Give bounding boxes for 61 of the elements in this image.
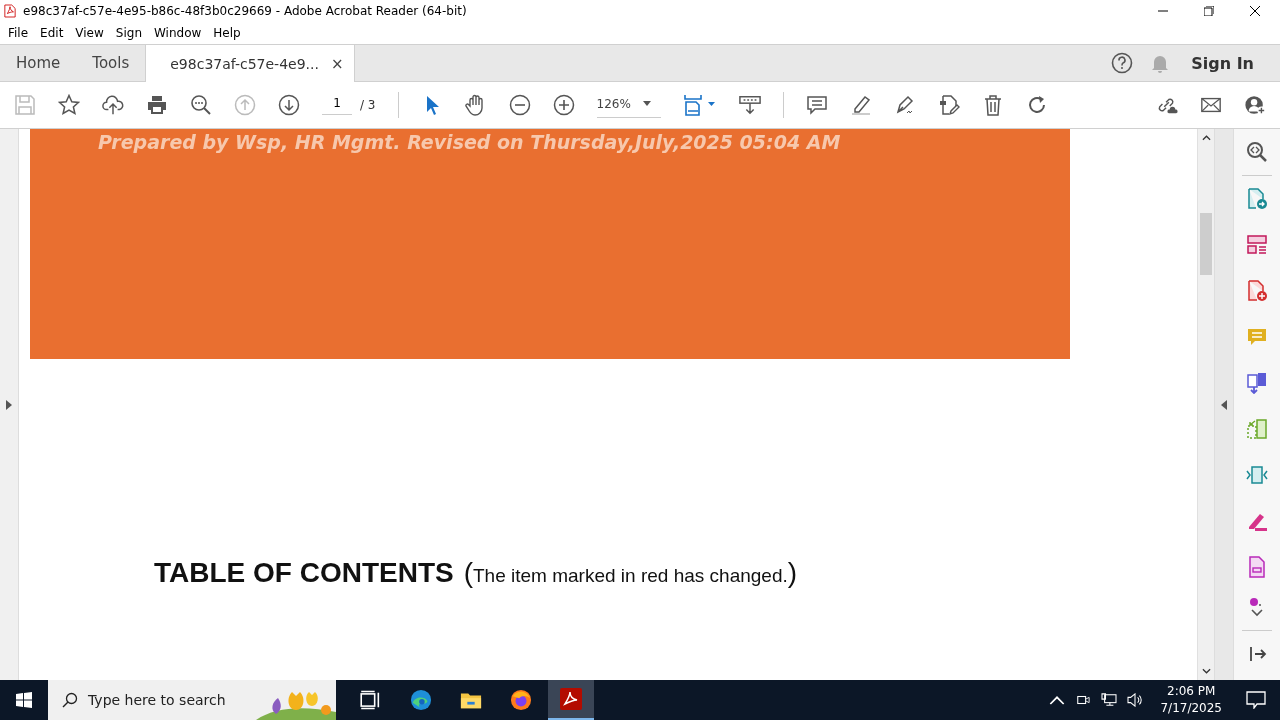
toc-paren: ) [787, 557, 798, 589]
page-total: / 3 [360, 98, 376, 112]
header-line: Prepared by Wsp, HR Mgmt. Revised on Thursday,July,2025 05:04 AM [98, 130, 841, 153]
search-icon[interactable] [190, 94, 212, 116]
notifications-icon[interactable] [1246, 691, 1266, 709]
create-pdf-icon[interactable] [1246, 280, 1268, 302]
tab[interactable]: Home [0, 45, 77, 81]
zoom-tool-icon[interactable] [1246, 141, 1268, 163]
windows-start-icon[interactable] [16, 692, 32, 708]
tab[interactable]: Tools [76, 45, 146, 81]
scrollbar-thumb[interactable] [1200, 213, 1212, 275]
menu-item[interactable]: Help [207, 26, 247, 40]
menu-item[interactable]: Window [148, 26, 208, 40]
add-user-icon[interactable] [1244, 94, 1266, 116]
comment-icon[interactable] [805, 94, 828, 116]
sign-in-button[interactable]: Sign In [1191, 53, 1254, 73]
clock-date[interactable]: 7/17/2025 [1160, 700, 1222, 717]
form-document-icon[interactable] [1246, 556, 1268, 578]
taskbar-app[interactable] [548, 680, 594, 720]
expand-panel-icon[interactable] [6, 399, 12, 410]
star-icon[interactable] [58, 94, 80, 116]
menu-item[interactable]: View [69, 26, 110, 40]
print-icon[interactable] [146, 94, 168, 116]
page-down-icon[interactable] [278, 94, 300, 116]
toc-note: The item marked in red has changed. [473, 565, 788, 587]
menu-item[interactable]: Sign [109, 26, 148, 40]
volume-icon[interactable] [1127, 693, 1144, 707]
scroll-down-icon[interactable] [1201, 668, 1211, 674]
search-icon [62, 692, 78, 708]
menu-item[interactable]: Edit [34, 26, 70, 40]
caret-icon [642, 101, 651, 106]
zoom-in-icon[interactable] [552, 94, 575, 116]
organize-pages-icon[interactable] [1246, 234, 1268, 256]
toc-title: TABLE OF CONTENTS [154, 557, 454, 589]
page-number-field[interactable]: 1 [322, 95, 352, 115]
toc-paren: ( [463, 557, 473, 589]
combine-files-icon[interactable] [1246, 372, 1268, 394]
close-tab-button[interactable]: × [330, 54, 344, 73]
restore-icon[interactable] [1204, 6, 1214, 16]
compare-pages-icon[interactable] [1246, 418, 1268, 440]
network-icon[interactable] [1101, 693, 1118, 707]
window-title: e98c37af-c57e-4e95-b86c-48f3b0c29669 - Adobe Acrobat Reader (64-bit) [23, 4, 467, 18]
tab[interactable]: e98c37af-c57e-4e9... × [145, 45, 355, 82]
camera-icon[interactable] [1075, 693, 1092, 707]
fit-page-icon[interactable] [682, 93, 717, 117]
collapse-panel-icon[interactable] [1221, 399, 1227, 410]
close-icon[interactable] [1250, 6, 1260, 16]
menu-item[interactable]: File [2, 26, 35, 40]
clock-time[interactable]: 2:06 PM [1167, 683, 1216, 700]
task-view-icon[interactable] [360, 689, 382, 711]
help-icon[interactable] [1111, 52, 1134, 74]
highlighter-icon[interactable] [849, 94, 872, 116]
scroll-up-icon[interactable] [1201, 135, 1211, 141]
scroll-mode-icon[interactable] [738, 94, 761, 116]
edit-document-icon[interactable] [937, 94, 960, 116]
compress-pdf-icon[interactable] [1246, 464, 1268, 486]
cloud-upload-icon[interactable] [102, 94, 124, 116]
export-pdf-icon[interactable] [1246, 188, 1268, 210]
zoom-dropdown[interactable]: 126% [596, 92, 661, 118]
zoom-out-icon[interactable] [508, 94, 531, 116]
taskbar-search-field[interactable]: Type here to search [48, 680, 336, 720]
